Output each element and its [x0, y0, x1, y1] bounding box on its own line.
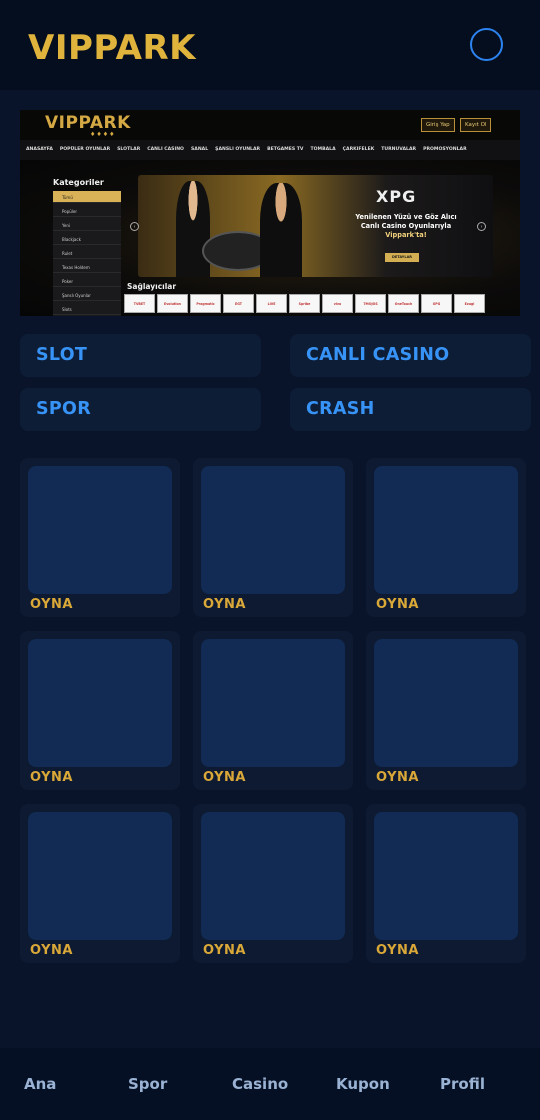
provider-logo: Ezugi	[454, 294, 485, 313]
play-button[interactable]: OYNA	[376, 943, 419, 958]
promo-line-1: Yenilenen Yüzü ve Göz Alıcı	[355, 213, 457, 221]
game-card[interactable]: OYNA	[366, 631, 526, 790]
banner-logo-suits: ♦♦♦♦	[90, 131, 116, 138]
banner-category-item: Poker	[53, 275, 121, 287]
banner-nav-item: ŞANSLI OYUNLAR	[215, 147, 261, 152]
chevron-left-icon: ‹	[130, 222, 139, 231]
game-thumbnail[interactable]	[28, 812, 172, 940]
banner-category-item: Popüler	[53, 205, 121, 217]
play-button[interactable]: OYNA	[30, 770, 73, 785]
provider-logo: OneTouch	[388, 294, 419, 313]
category-canli-casino-button[interactable]: CANLI CASINO	[290, 334, 531, 377]
promo-banner[interactable]: VIPPARK ♦♦♦♦ Giriş Yap Kayıt Ol ANASAYFA…	[20, 110, 520, 316]
game-card[interactable]: OYNA	[20, 458, 180, 617]
promo-line-2: Canlı Casino Oyunlarıyla	[360, 222, 452, 230]
provider-logo: 7MOJOS	[355, 294, 386, 313]
banner-nav-item: SANAL	[190, 147, 209, 152]
provider-logo: vivo	[322, 294, 353, 313]
game-thumbnail[interactable]	[374, 812, 518, 940]
banner-providers-title: Sağlayıcılar	[127, 282, 177, 291]
category-crash-button[interactable]: CRASH	[290, 388, 531, 431]
banner-categories-list: Tümü Popüler Yeni Blackjack Rulet Texas …	[53, 191, 121, 316]
game-thumbnail[interactable]	[201, 639, 345, 767]
banner-category-item: Slots	[53, 303, 121, 315]
dealer-image	[176, 181, 210, 277]
bottom-nav-kupon[interactable]: Kupon	[336, 1075, 390, 1093]
banner-category-item: Texas Holdem	[53, 261, 121, 273]
provider-logo: Spribe	[289, 294, 320, 313]
banner-nav-item: CANLI CASINO	[147, 147, 184, 152]
banner-nav-item: BETGAMES TV	[267, 147, 304, 152]
bottom-nav: Ana Spor Casino Kupon Profil	[0, 1048, 540, 1120]
banner-nav-item: ANASAYFA	[26, 147, 53, 152]
provider-logo: Evolution	[157, 294, 188, 313]
category-spor-button[interactable]: SPOR	[20, 388, 261, 431]
banner-category-item: Tümü	[53, 191, 121, 203]
banner-nav-item: ÇARKIFELEK	[342, 147, 375, 152]
provider-logo: XPG	[421, 294, 452, 313]
banner-nav-item: POPÜLER OYUNLAR	[59, 147, 111, 152]
banner-providers-row: TVBET Evolution Pragmatic EGT LIVE Sprib…	[124, 294, 485, 313]
banner-nav-item: SLOTLAR	[117, 147, 141, 152]
banner-category-item: Blackjack	[53, 233, 121, 245]
banner-nav-item: TOMBALA	[310, 147, 336, 152]
game-card[interactable]: OYNA	[193, 458, 353, 617]
game-card[interactable]: OYNA	[366, 458, 526, 617]
promo-details-button: DETAYLAR	[385, 253, 419, 262]
play-button[interactable]: OYNA	[376, 597, 419, 612]
game-card[interactable]: OYNA	[193, 631, 353, 790]
chevron-right-icon: ›	[477, 222, 486, 231]
game-thumbnail[interactable]	[28, 466, 172, 594]
play-button[interactable]: OYNA	[30, 943, 73, 958]
category-slot-button[interactable]: SLOT	[20, 334, 261, 377]
bottom-nav-spor[interactable]: Spor	[128, 1075, 167, 1093]
banner-nav-item: PROMOSYONLAR	[423, 147, 467, 152]
bottom-nav-profil[interactable]: Profil	[440, 1075, 485, 1093]
game-thumbnail[interactable]	[201, 812, 345, 940]
play-button[interactable]: OYNA	[203, 597, 246, 612]
game-thumbnail[interactable]	[201, 466, 345, 594]
banner-category-item: Yeni	[53, 219, 121, 231]
game-card[interactable]: OYNA	[193, 804, 353, 963]
menu-ring-icon[interactable]	[470, 28, 503, 61]
game-thumbnail[interactable]	[374, 639, 518, 767]
banner-promo-slide: XPG Yenilenen Yüzü ve Göz Alıcı Canlı Ca…	[138, 175, 493, 277]
play-button[interactable]: OYNA	[203, 943, 246, 958]
provider-logo: TVBET	[124, 294, 155, 313]
dealer-image	[260, 183, 302, 277]
banner-register-button: Kayıt Ol	[460, 118, 492, 132]
provider-logo: LIVE	[256, 294, 287, 313]
provider-logo: Pragmatic	[190, 294, 221, 313]
banner-category-item: Şanslı Oyunlar	[53, 289, 121, 301]
bottom-nav-ana[interactable]: Ana	[24, 1075, 56, 1093]
bottom-nav-casino[interactable]: Casino	[232, 1075, 288, 1093]
banner-nav-item: TURNUVALAR	[381, 147, 417, 152]
xpg-logo: XPG	[376, 187, 417, 206]
site-logo[interactable]: VIPPARK	[28, 28, 196, 68]
provider-logo: EGT	[223, 294, 254, 313]
promo-text: Yenilenen Yüzü ve Göz Alıcı Canlı Casino…	[326, 213, 486, 240]
banner-login-button: Giriş Yap	[421, 118, 455, 132]
play-button[interactable]: OYNA	[30, 597, 73, 612]
game-card[interactable]: OYNA	[366, 804, 526, 963]
game-thumbnail[interactable]	[28, 639, 172, 767]
banner-topbar: VIPPARK ♦♦♦♦ Giriş Yap Kayıt Ol	[20, 110, 520, 140]
banner-body: Kategoriler Tümü Popüler Yeni Blackjack …	[20, 160, 520, 316]
play-button[interactable]: OYNA	[376, 770, 419, 785]
banner-nav: ANASAYFA POPÜLER OYUNLAR SLOTLAR CANLI C…	[20, 140, 520, 160]
promo-line-3: Vippark'ta!	[385, 231, 427, 239]
game-card[interactable]: OYNA	[20, 631, 180, 790]
app-header: VIPPARK	[0, 0, 540, 90]
play-button[interactable]: OYNA	[203, 770, 246, 785]
banner-categories-title: Kategoriler	[53, 178, 104, 187]
game-thumbnail[interactable]	[374, 466, 518, 594]
banner-category-item: Rulet	[53, 247, 121, 259]
banner-logo: VIPPARK	[45, 113, 131, 133]
game-card[interactable]: OYNA	[20, 804, 180, 963]
